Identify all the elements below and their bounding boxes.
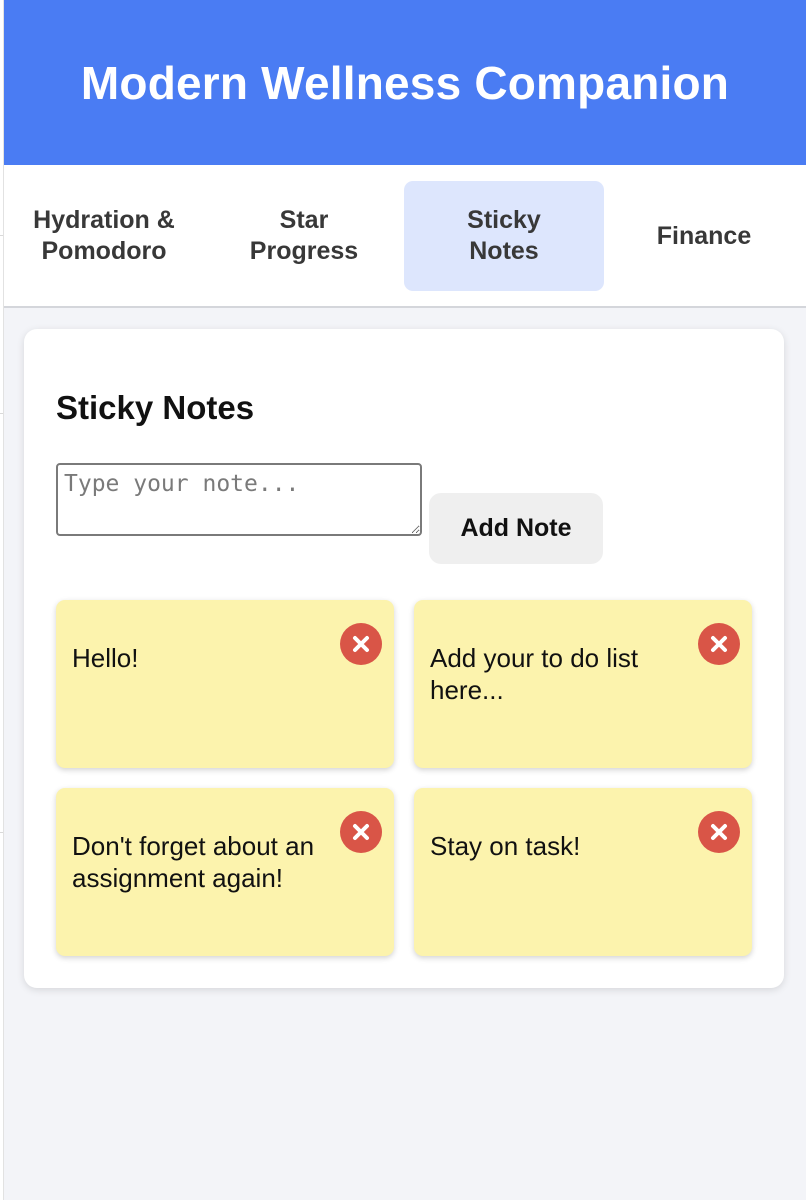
sticky-notes-card: Sticky Notes Add Note Hello! Add your to… — [24, 329, 784, 988]
note-text: Don't forget about an assignment again! — [72, 831, 315, 893]
sticky-note: Don't forget about an assignment again! — [56, 788, 394, 956]
tab-bar: Hydration & Pomodoro Star Progress Stick… — [4, 165, 806, 308]
close-x-icon — [711, 824, 727, 840]
tab-finance[interactable]: Finance — [604, 181, 804, 291]
add-note-button[interactable]: Add Note — [429, 493, 603, 564]
sticky-note: Add your to do list here... — [414, 600, 752, 768]
delete-note-button[interactable] — [698, 811, 740, 853]
note-text: Hello! — [72, 643, 139, 673]
delete-note-button[interactable] — [340, 623, 382, 665]
close-x-icon — [711, 636, 727, 652]
note-text: Add your to do list here... — [430, 643, 639, 705]
app-title: Modern Wellness Companion — [80, 56, 730, 109]
delete-note-button[interactable] — [698, 623, 740, 665]
delete-note-button[interactable] — [340, 811, 382, 853]
close-x-icon — [353, 824, 369, 840]
app-window: Modern Wellness Companion Hydration & Po… — [4, 0, 806, 1200]
sticky-note: Hello! — [56, 600, 394, 768]
close-x-icon — [353, 636, 369, 652]
app-header: Modern Wellness Companion — [4, 0, 806, 165]
sticky-note: Stay on task! — [414, 788, 752, 956]
tab-sticky-notes[interactable]: Sticky Notes — [404, 181, 604, 291]
tab-hydration-pomodoro[interactable]: Hydration & Pomodoro — [4, 181, 204, 291]
tab-star-progress[interactable]: Star Progress — [204, 181, 404, 291]
note-text: Stay on task! — [430, 831, 581, 861]
section-heading: Sticky Notes — [56, 389, 255, 426]
note-input[interactable] — [56, 463, 422, 536]
